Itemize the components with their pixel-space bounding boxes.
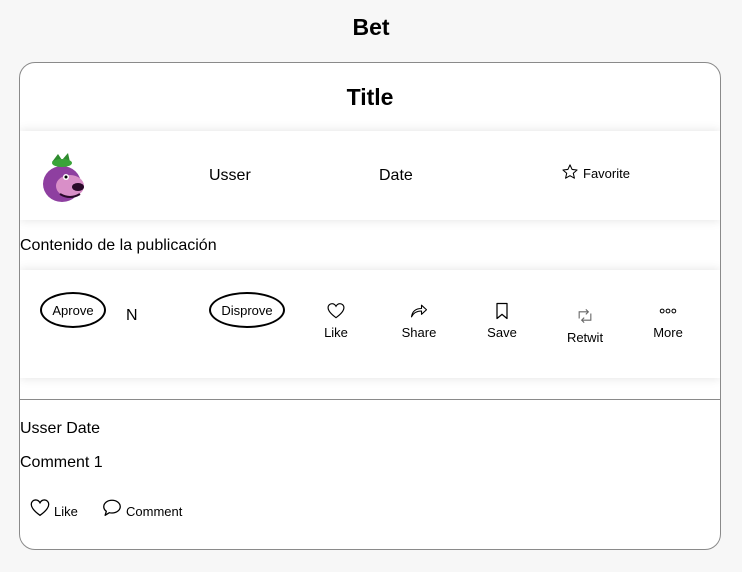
save-button[interactable]: Save xyxy=(472,301,532,340)
favorite-label: Favorite xyxy=(583,166,630,181)
save-label: Save xyxy=(487,325,517,340)
vote-count: N xyxy=(126,307,138,324)
heart-icon xyxy=(30,499,50,517)
comment-reply-button[interactable]: Comment xyxy=(101,497,182,519)
post-header: Usser Date Favorite xyxy=(20,131,720,220)
like-label: Like xyxy=(324,325,348,340)
retwit-label: Retwit xyxy=(566,330,604,345)
comment-text: Comment 1 xyxy=(20,454,103,471)
post-card: Title Usser Date Favorite Contenido de l… xyxy=(19,62,721,550)
retweet-icon xyxy=(578,308,592,324)
share-button[interactable]: Share xyxy=(389,301,449,340)
post-content: Contenido de la publicación xyxy=(20,237,217,254)
share-arrow-icon xyxy=(410,304,428,318)
post-user[interactable]: Usser xyxy=(209,167,251,185)
heart-icon xyxy=(327,303,345,319)
post-title: Title xyxy=(346,84,394,110)
star-icon xyxy=(562,164,578,179)
comment-like-button[interactable]: Like xyxy=(29,497,78,519)
comment-reply-label: Comment xyxy=(126,504,183,519)
retwit-button[interactable]: Retwit xyxy=(555,306,615,345)
like-button[interactable]: Like xyxy=(306,301,366,340)
disprove-button[interactable]: Disprove xyxy=(209,292,285,328)
favorite-button[interactable]: Favorite xyxy=(561,163,630,181)
comment-like-label: Like xyxy=(54,504,78,519)
page-title: Bet xyxy=(352,14,390,40)
aprove-button[interactable]: Aprove xyxy=(40,292,106,328)
more-label: More xyxy=(653,325,683,340)
share-label: Share xyxy=(401,325,437,340)
speech-bubble-icon xyxy=(103,499,121,516)
divider xyxy=(20,399,720,400)
more-button[interactable]: More xyxy=(638,301,698,340)
post-date: Date xyxy=(379,167,413,184)
more-dots-icon xyxy=(659,308,677,314)
post-actions: Aprove N Disprove Like Share Save Retwit… xyxy=(20,270,720,378)
bookmark-icon xyxy=(496,302,508,320)
avatar[interactable] xyxy=(40,150,88,204)
comment-meta: Usser Date xyxy=(20,420,101,437)
